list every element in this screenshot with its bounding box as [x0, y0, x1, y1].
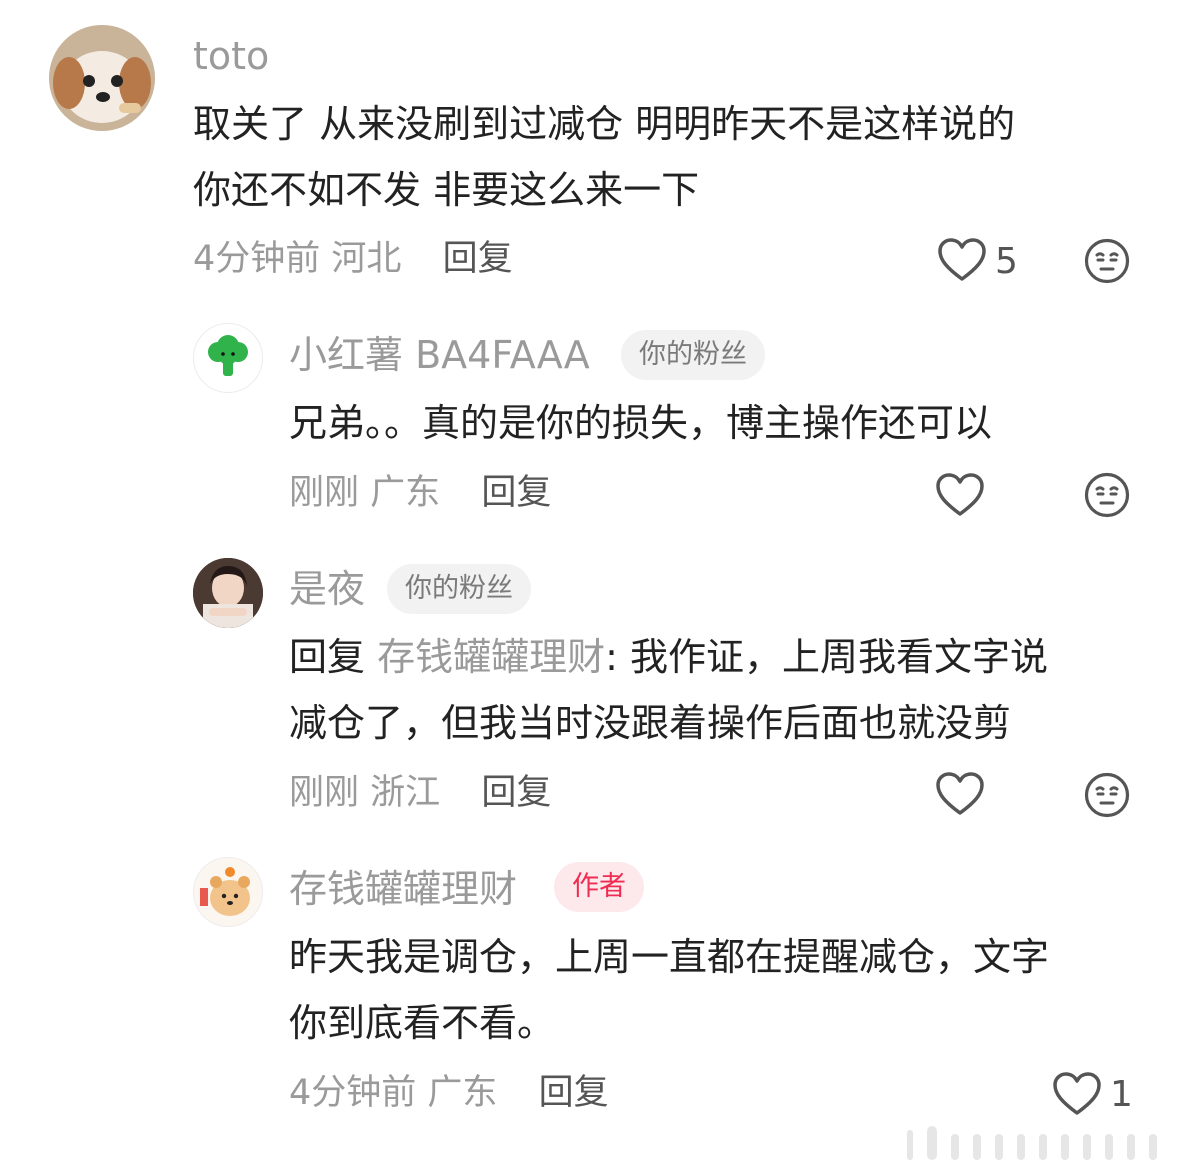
comment-text-line: 减仓了，但我当时没跟着操作后面也就没剪: [289, 701, 1012, 745]
neutral-face-icon[interactable]: [1084, 472, 1130, 518]
comment-text-line: 回复 存钱罐罐理财: 我作证，上周我看文字说: [289, 624, 1048, 690]
username[interactable]: toto: [193, 34, 269, 78]
comment-meta: 4分钟前 广东 回复: [289, 1071, 609, 1115]
comment-time: 4分钟前: [193, 239, 321, 279]
like-count: 1: [1110, 1074, 1133, 1115]
heart-outline-icon[interactable]: [935, 771, 985, 817]
fan-badge: 你的粉丝: [621, 330, 765, 380]
comment-location: 广东: [427, 1073, 498, 1113]
like-count: 5: [995, 241, 1018, 282]
author-badge: 作者: [554, 862, 644, 912]
person-avatar-image: [193, 558, 263, 628]
comment-text-line: 取关了 从来没刷到过减仓 明明昨天不是这样说的: [193, 102, 1016, 146]
avatar[interactable]: [193, 558, 263, 628]
fan-badge: 你的粉丝: [387, 564, 531, 614]
comment-location: 河北: [331, 239, 402, 279]
comment-time: 4分钟前: [289, 1073, 417, 1113]
comment-text-line: 你还不如不发 非要这么来一下: [193, 168, 700, 212]
heart-outline-icon[interactable]: [1052, 1071, 1102, 1117]
dog-avatar-image: [49, 25, 155, 131]
comment-time: 刚刚: [289, 773, 360, 813]
avatar[interactable]: [193, 857, 263, 927]
comment-time: 刚刚: [289, 473, 360, 513]
reply-target-username[interactable]: 存钱罐罐理财: [377, 635, 605, 679]
reply-button[interactable]: 回复: [481, 773, 551, 813]
heart-outline-icon[interactable]: [935, 472, 985, 518]
reply-button[interactable]: 回复: [443, 239, 513, 279]
heart-outline-icon[interactable]: [937, 237, 987, 283]
comment-text-line: 昨天我是调仓，上周一直都在提醒减仓，文字: [289, 935, 1050, 979]
neutral-face-icon[interactable]: [1084, 238, 1130, 284]
reply-prefix: 回复: [289, 635, 366, 679]
username[interactable]: 小红薯 BA4FAAA: [289, 333, 590, 377]
comment-meta: 刚刚 浙江 回复: [289, 771, 551, 815]
username[interactable]: 存钱罐罐理财: [289, 867, 517, 911]
comment-location: 广东: [370, 473, 441, 513]
reply-button[interactable]: 回复: [481, 473, 551, 513]
broccoli-avatar-image: [208, 335, 248, 376]
dog-cartoon-avatar-image: [194, 858, 262, 926]
comment-text-line: 兄弟。。真的是你的损失，博主操作还可以: [289, 401, 993, 445]
neutral-face-icon[interactable]: [1084, 772, 1130, 818]
avatar[interactable]: [193, 323, 263, 393]
avatar[interactable]: [49, 25, 155, 131]
comment-meta: 刚刚 广东 回复: [289, 471, 551, 515]
comment-meta: 4分钟前 河北 回复: [193, 237, 513, 281]
username[interactable]: 是夜: [289, 567, 365, 611]
comment-text: : 我作证，上周我看文字说: [605, 635, 1049, 679]
comment-text-line: 你到底看不看。: [289, 1001, 556, 1045]
reply-button[interactable]: 回复: [539, 1073, 609, 1113]
watermark-bars: [907, 1126, 1157, 1160]
comment-location: 浙江: [370, 773, 441, 813]
